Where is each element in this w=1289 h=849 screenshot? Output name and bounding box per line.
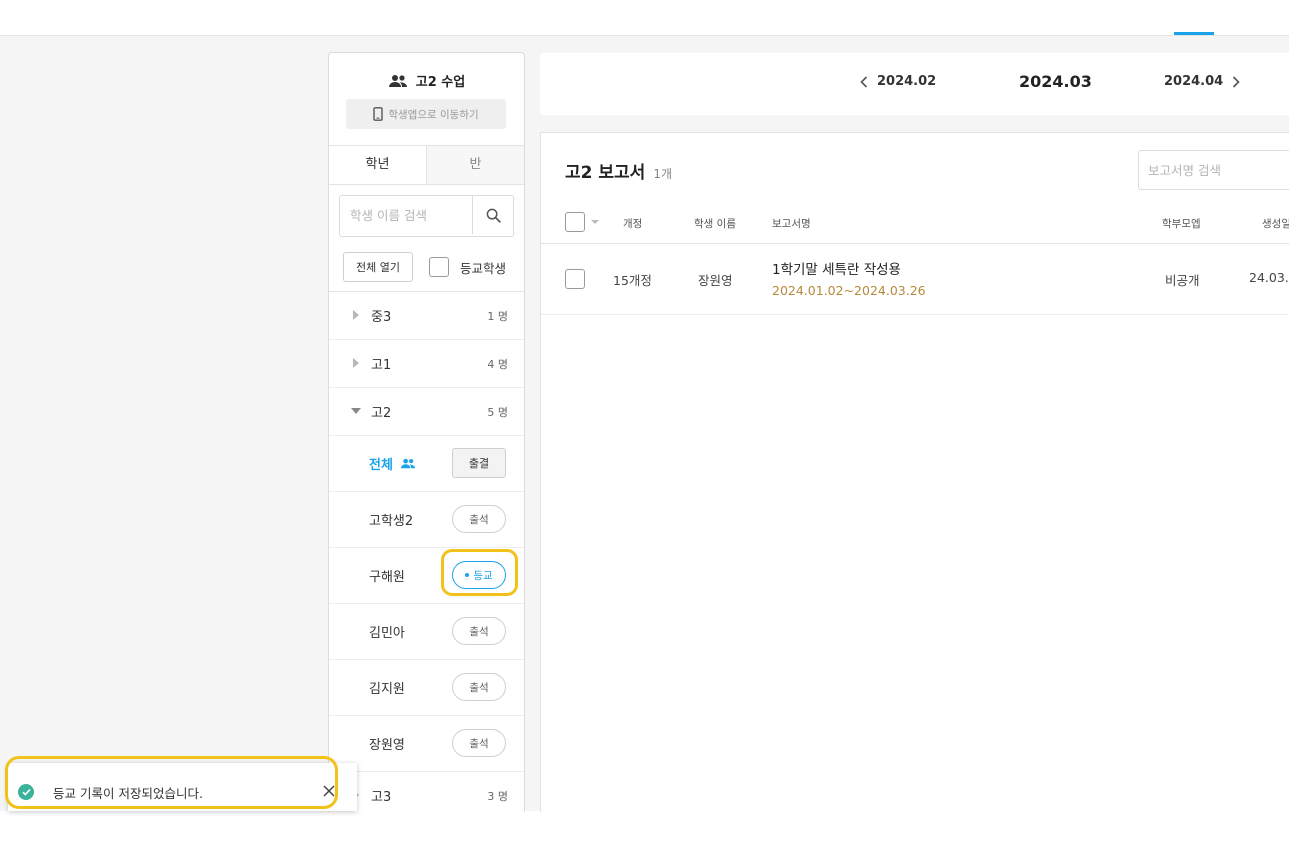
- attendance-status-pill[interactable]: 출석: [452, 505, 506, 533]
- class-title: 고2 수업: [329, 71, 524, 90]
- report-search-box: [1138, 150, 1289, 190]
- grade-name: 고2: [371, 406, 392, 421]
- grade-count: 1 명: [487, 310, 508, 323]
- attendance-status-pill[interactable]: 출석: [452, 617, 506, 645]
- student-row[interactable]: 고학생2 출석: [329, 492, 524, 548]
- select-options-caret-icon[interactable]: [591, 220, 599, 224]
- table-row[interactable]: 15개정 장원영 1학기말 세특란 작성용 2024.01.02~2024.03…: [541, 244, 1289, 315]
- student-row[interactable]: 김민아 출석: [329, 604, 524, 660]
- status-text: 등교: [473, 569, 493, 582]
- filter-tabs: 학년 반: [329, 146, 524, 185]
- col-parent-app: 학부모엡: [1162, 218, 1201, 230]
- tab-class[interactable]: 반: [427, 146, 524, 184]
- student-app-label: 학생앱으로 이동하기: [388, 108, 479, 121]
- report-title-text: 고2 보고서: [565, 163, 646, 183]
- report-title: 고2 보고서 1개: [565, 158, 672, 183]
- attendance-button[interactable]: 출결: [452, 448, 506, 478]
- month-navigation: 2024.02 2024.03 2024.04: [540, 53, 1289, 115]
- student-row[interactable]: 김지원 출석: [329, 660, 524, 716]
- student-search-box: [339, 195, 514, 237]
- class-title-text: 고2 수업: [415, 75, 466, 90]
- table-header: 개정 학생 이름 보고서명 학부모엡 생성일: [541, 205, 1289, 244]
- grade-count: 3 명: [487, 790, 508, 803]
- grade-count: 4 명: [487, 358, 508, 371]
- row-checkbox[interactable]: [565, 269, 585, 289]
- toast-notification: 등교 기록이 저장되었습니다.: [8, 763, 357, 811]
- attending-filter-checkbox[interactable]: [429, 257, 449, 277]
- col-student[interactable]: 학생 이름: [694, 216, 736, 231]
- student-row-all: 전체 출결: [329, 436, 524, 492]
- prev-month-button[interactable]: 2024.02: [860, 74, 936, 89]
- grade-name: 고3: [371, 790, 392, 805]
- student-name: 장원영: [369, 738, 405, 753]
- search-button[interactable]: [472, 196, 514, 234]
- grade-name: 고1: [371, 358, 392, 373]
- student-row[interactable]: 장원영 출석: [329, 716, 524, 772]
- caret-right-icon: [353, 310, 359, 320]
- grade-row-h3[interactable]: 고3 3 명: [329, 772, 524, 812]
- student-name: 김지원: [369, 682, 405, 697]
- all-students-label[interactable]: 전체: [369, 454, 416, 473]
- close-icon[interactable]: [321, 783, 337, 799]
- top-bar: [0, 0, 1289, 36]
- attendance-status-pill[interactable]: 출석: [452, 729, 506, 757]
- all-students-text: 전체: [369, 458, 393, 473]
- student-name: 구해원: [369, 570, 405, 585]
- group-icon: [388, 74, 407, 87]
- student-row[interactable]: 구해원 등교: [329, 548, 524, 604]
- report-search-input[interactable]: [1139, 151, 1289, 189]
- next-month-label: 2024.04: [1164, 74, 1224, 89]
- report-count: 1개: [653, 167, 672, 181]
- chevron-left-icon: [860, 75, 868, 88]
- cell-report-period: 2024.01.02~2024.03.26: [772, 283, 926, 298]
- report-panel: 고2 보고서 1개 개정 학생 이름 보고서명 학부모엡 생성일 15개정 장원…: [540, 132, 1289, 812]
- caret-down-icon: [351, 408, 361, 414]
- grade-row-h1[interactable]: 고1 4 명: [329, 340, 524, 388]
- grade-row-m3[interactable]: 중3 1 명: [329, 292, 524, 340]
- check-circle-icon: [18, 784, 34, 800]
- status-dot: [465, 573, 470, 577]
- phone-icon: [373, 107, 384, 121]
- open-all-button[interactable]: 전체 열기: [343, 252, 413, 282]
- class-header: 고2 수업 학생앱으로 이동하기: [329, 53, 524, 146]
- student-name: 김민아: [369, 626, 405, 641]
- cell-revision: 15개정: [613, 273, 652, 288]
- cell-parent-visibility: 비공개: [1165, 273, 1200, 288]
- col-revision: 개정: [623, 218, 643, 230]
- grade-row-h2[interactable]: 고2 5 명: [329, 388, 524, 436]
- student-search-input[interactable]: [340, 196, 478, 234]
- chevron-right-icon: [1233, 75, 1240, 88]
- group-icon: [400, 458, 415, 469]
- student-app-button[interactable]: 학생앱으로 이동하기: [346, 99, 506, 129]
- grade-count: 5 명: [487, 406, 508, 419]
- col-created[interactable]: 생성일: [1262, 216, 1289, 231]
- cell-report-name[interactable]: 1학기말 세특란 작성용: [772, 258, 901, 278]
- col-report-name[interactable]: 보고서명: [772, 216, 811, 231]
- class-panel: 고2 수업 학생앱으로 이동하기 학년 반 전체 열기 등교학생 중3 1 명 …: [328, 52, 525, 812]
- grade-name: 중3: [371, 310, 392, 325]
- cell-created: 24.03.: [1249, 270, 1289, 285]
- tab-grade[interactable]: 학년: [329, 146, 427, 184]
- toast-message: 등교 기록이 저장되었습니다.: [53, 786, 203, 801]
- cell-student: 장원영: [698, 273, 733, 288]
- attendance-status-pill[interactable]: 출석: [452, 673, 506, 701]
- current-month: 2024.03: [1019, 72, 1092, 91]
- caret-right-icon: [353, 358, 359, 368]
- active-nav-indicator: [1174, 32, 1214, 35]
- search-icon: [486, 208, 501, 223]
- attendance-status-pill[interactable]: 등교: [452, 561, 506, 589]
- student-name: 고학생2: [369, 514, 414, 529]
- select-all-checkbox[interactable]: [565, 212, 585, 232]
- prev-month-label: 2024.02: [877, 74, 937, 89]
- attending-filter-label: 등교학생: [460, 261, 507, 276]
- next-month-button[interactable]: 2024.04: [1164, 74, 1240, 89]
